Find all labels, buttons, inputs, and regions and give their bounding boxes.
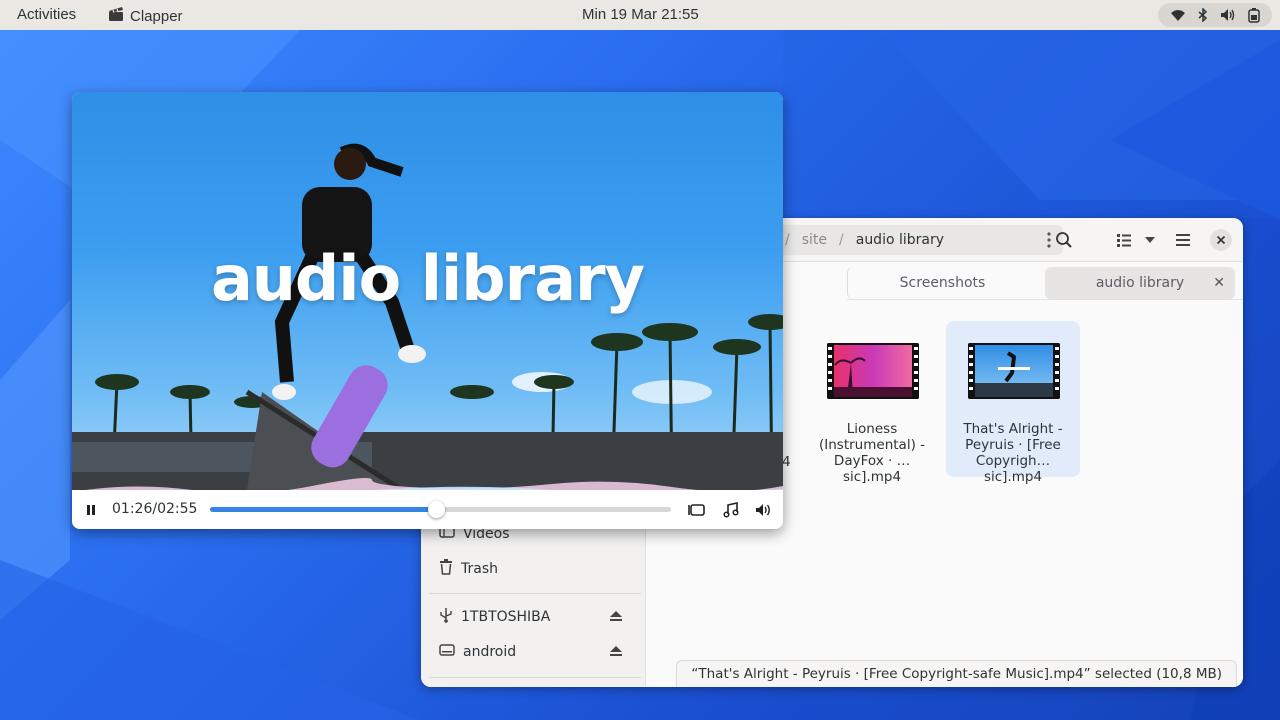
- video-thumbnail: [968, 343, 1060, 399]
- path-separator: /: [839, 232, 844, 248]
- sidebar-item-android[interactable]: android: [439, 638, 639, 666]
- sidebar-item-label: Trash: [461, 561, 498, 577]
- drive-icon: [439, 643, 455, 661]
- breadcrumb-current[interactable]: audio library: [856, 232, 944, 248]
- trash-icon: [439, 559, 453, 579]
- file-item-selected[interactable]: That's Alright - Peyruis · [Free Copyrig…: [946, 321, 1080, 485]
- video-thumbnail: [827, 343, 919, 399]
- player-controls: 01:26/02:55: [72, 490, 783, 529]
- video-frame[interactable]: audio library: [72, 92, 783, 490]
- sidebar-divider: [429, 593, 641, 594]
- eject-icon[interactable]: [609, 610, 623, 626]
- volume-icon: [1220, 8, 1236, 22]
- sidebar-item-trash[interactable]: Trash: [439, 555, 639, 583]
- system-tray[interactable]: [1158, 3, 1272, 27]
- seek-handle[interactable]: [427, 501, 445, 518]
- file-item[interactable]: Lioness (Instrumental) - DayFox · … sic]…: [805, 321, 939, 485]
- wifi-icon: [1170, 8, 1186, 22]
- eject-icon[interactable]: [609, 645, 623, 661]
- bluetooth-icon: [1198, 8, 1208, 22]
- video-player-window: audio library 01:26/02:55: [72, 92, 783, 529]
- pause-icon[interactable]: [81, 500, 101, 520]
- video-title-overlay: audio library: [210, 242, 645, 315]
- usb-icon: [439, 607, 453, 627]
- battery-icon: [1248, 7, 1260, 23]
- tab-audio-library[interactable]: audio library ✕: [1045, 267, 1235, 299]
- top-bar: Activities Clapper Min 19 Mar 21:55: [0, 0, 1280, 30]
- breadcrumb-site[interactable]: site: [802, 232, 827, 248]
- seek-bar[interactable]: [210, 501, 671, 518]
- chevron-down-icon[interactable]: [1138, 228, 1162, 252]
- audio-visualizer: [85, 478, 783, 490]
- tab-label: Screenshots: [899, 275, 986, 291]
- playback-time: 01:26/02:55: [112, 501, 198, 517]
- clapper-icon: [108, 6, 124, 26]
- app-menu-button[interactable]: Clapper: [108, 6, 183, 26]
- search-icon[interactable]: [1052, 228, 1076, 252]
- file-name: Lioness (Instrumental) - DayFox · … sic]…: [819, 421, 925, 485]
- path-separator: /: [785, 232, 790, 248]
- hamburger-menu-icon[interactable]: [1171, 228, 1195, 252]
- fullscreen-icon[interactable]: [687, 500, 707, 520]
- sidebar-item-1tbtoshiba[interactable]: 1TBTOSHIBA: [439, 603, 639, 631]
- sidebar-divider: [429, 677, 641, 678]
- tab-label: audio library: [1095, 275, 1185, 291]
- volume-icon[interactable]: [754, 500, 774, 520]
- tab-bar: Screenshots audio library ✕: [847, 264, 1243, 300]
- file-name: That's Alright - Peyruis · [Free Copyrig…: [963, 421, 1063, 485]
- status-bar: “That's Alright - Peyruis · [Free Copyri…: [676, 660, 1237, 687]
- app-name: Clapper: [130, 7, 183, 25]
- seek-bar-fill: [210, 507, 436, 512]
- sidebar-item-label: 1TBTOSHIBA: [461, 609, 551, 625]
- clock[interactable]: Min 19 Mar 21:55: [582, 6, 699, 23]
- music-note-icon[interactable]: [721, 500, 741, 520]
- activities-button[interactable]: Activities: [17, 6, 76, 23]
- list-view-icon[interactable]: [1112, 228, 1136, 252]
- sidebar-item-label: android: [463, 644, 517, 660]
- close-icon[interactable]: [1210, 229, 1232, 251]
- tab-close-icon[interactable]: ✕: [1213, 275, 1225, 291]
- sidebar: Videos Trash 1TBTOSHIBA android: [421, 518, 646, 687]
- partial-file-label: 4: [782, 454, 791, 470]
- tab-screenshots[interactable]: Screenshots: [847, 267, 1037, 299]
- path-bar[interactable]: / site / audio library: [773, 225, 1063, 255]
- path-menu-icon[interactable]: [1047, 232, 1051, 252]
